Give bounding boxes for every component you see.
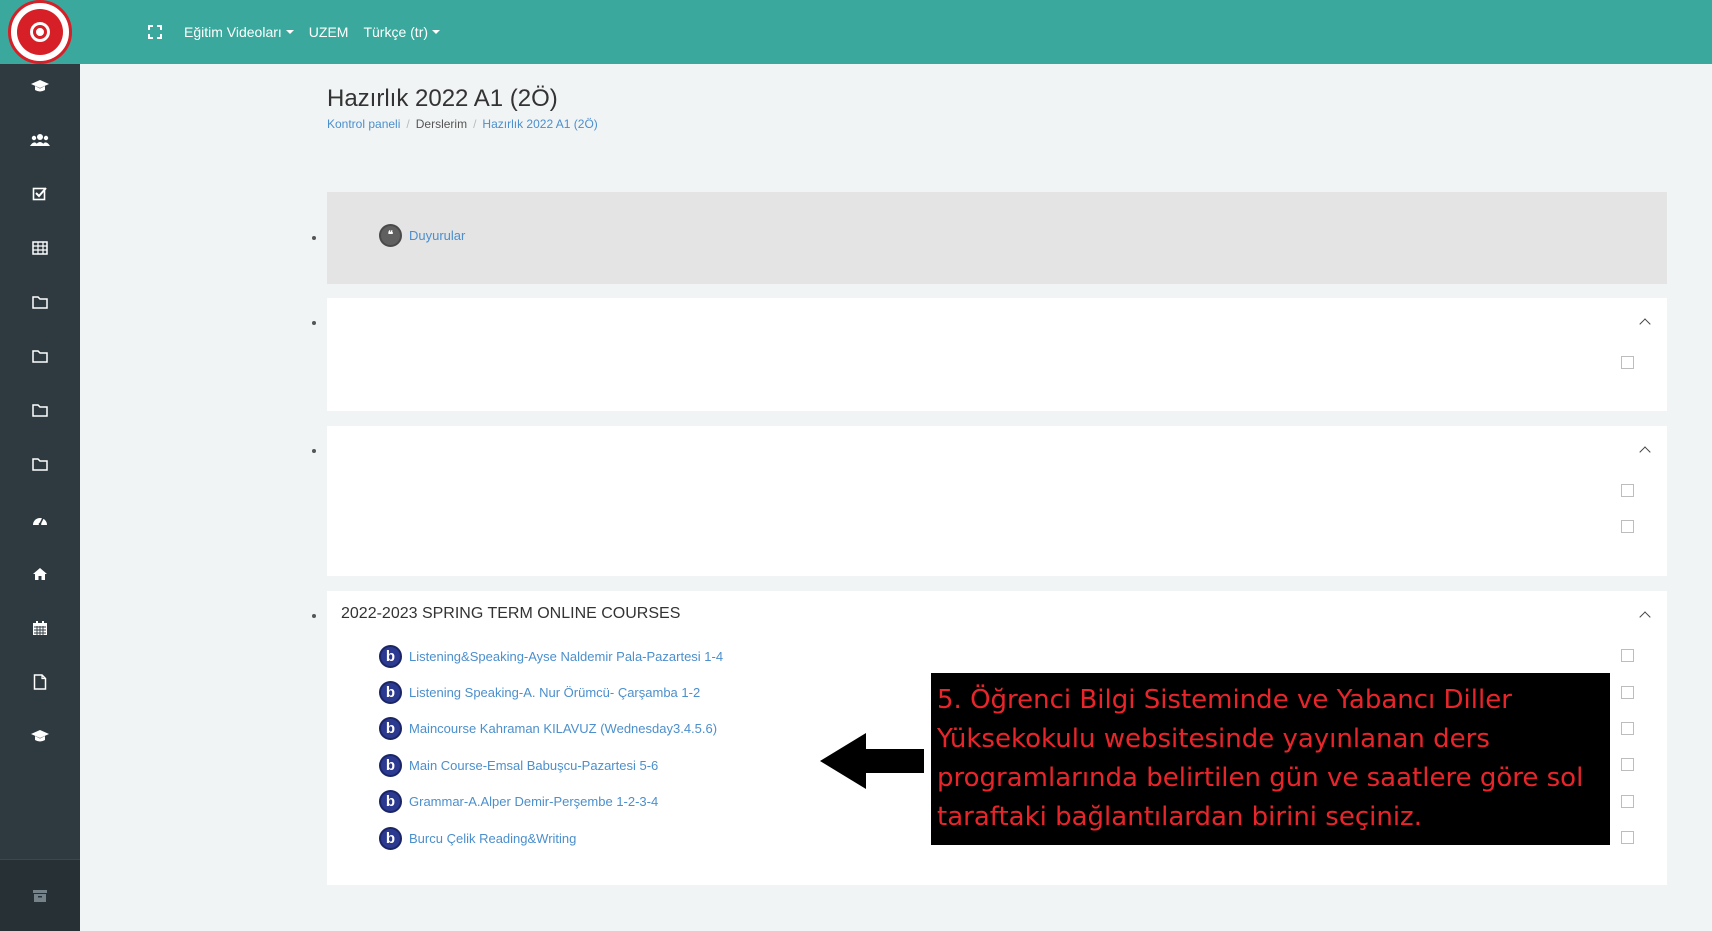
- breadcrumb-course[interactable]: Hazırlık 2022 A1 (2Ö): [482, 117, 597, 131]
- activity-link[interactable]: Main Course-Emsal Babuşcu-Pazartesi 5-6: [409, 758, 658, 773]
- table-icon: [32, 241, 48, 255]
- activity-bbb[interactable]: b Listening Speaking-A. Nur Örümcü- Çarş…: [379, 681, 700, 704]
- section-1: [327, 298, 1667, 411]
- nav-egitim-videolari[interactable]: Eğitim Videoları: [184, 24, 294, 40]
- graduation-cap-icon: [31, 80, 49, 92]
- activity-bbb[interactable]: b Listening&Speaking-Ayse Naldemir Pala-…: [379, 645, 723, 668]
- sidebar-item-badges[interactable]: [0, 174, 80, 214]
- activity-link[interactable]: Burcu Çelik Reading&Writing: [409, 831, 576, 846]
- menu-toggle-icon[interactable]: [100, 26, 114, 38]
- calendar-icon: [33, 621, 47, 635]
- completion-checkbox[interactable]: [1621, 484, 1634, 497]
- annotation-arrow-icon: [820, 733, 924, 789]
- home-icon: [33, 568, 47, 580]
- bigbluebutton-icon: b: [379, 645, 402, 668]
- completion-checkbox[interactable]: [1621, 795, 1634, 808]
- page-title: Hazırlık 2022 A1 (2Ö): [327, 85, 558, 112]
- breadcrumb: Kontrol paneli / Derslerim / Hazırlık 2022 A…: [327, 117, 598, 131]
- chevron-up-icon[interactable]: [1639, 318, 1651, 330]
- archive-icon: [33, 889, 47, 902]
- nav-uzem[interactable]: UZEM: [309, 24, 349, 40]
- completion-checkbox[interactable]: [1621, 356, 1634, 369]
- rose-emblem-icon: [27, 19, 53, 45]
- folder-icon: [32, 404, 48, 417]
- university-logo: [8, 0, 72, 64]
- sidebar-item-my-courses[interactable]: [0, 716, 80, 756]
- bigbluebutton-icon: b: [379, 827, 402, 850]
- bigbluebutton-icon: b: [379, 790, 402, 813]
- breadcrumb-my-courses: Derslerim: [415, 117, 468, 131]
- sidebar-item-files[interactable]: [0, 662, 80, 702]
- list-bullet: [312, 449, 316, 453]
- bigbluebutton-icon: b: [379, 754, 402, 777]
- sidebar-item-folder-1[interactable]: [0, 282, 80, 322]
- file-icon: [33, 674, 47, 690]
- language-selector[interactable]: Türkçe (tr): [363, 24, 441, 40]
- activity-bbb[interactable]: b Grammar-A.Alper Demir-Perşembe 1-2-3-4: [379, 790, 658, 813]
- chevron-down-icon: [285, 30, 294, 34]
- forum-icon: ❝: [379, 224, 402, 247]
- sidebar-item-folder-4[interactable]: [0, 444, 80, 484]
- breadcrumb-separator: /: [406, 117, 410, 131]
- completion-checkbox[interactable]: [1621, 649, 1634, 662]
- section-2: [327, 426, 1667, 576]
- section-title: 2022-2023 SPRING TERM ONLINE COURSES: [341, 605, 681, 622]
- activity-link[interactable]: Listening Speaking-A. Nur Örümcü- Çarşam…: [409, 685, 700, 700]
- bigbluebutton-icon: b: [379, 717, 402, 740]
- sidebar-item-participants[interactable]: [0, 120, 80, 160]
- sidebar-item-courses[interactable]: [0, 66, 80, 106]
- sidebar: [0, 64, 80, 931]
- activity-bbb[interactable]: b Burcu Çelik Reading&Writing: [379, 827, 576, 850]
- completion-checkbox[interactable]: [1621, 722, 1634, 735]
- list-bullet: [312, 236, 316, 240]
- site-logo[interactable]: [0, 0, 80, 64]
- activity-bbb[interactable]: b Main Course-Emsal Babuşcu-Pazartesi 5-…: [379, 754, 658, 777]
- nav-items: Eğitim Videoları UZEM Türkçe (tr): [100, 0, 455, 64]
- breadcrumb-dashboard[interactable]: Kontrol paneli: [327, 117, 400, 131]
- completion-checkbox[interactable]: [1621, 686, 1634, 699]
- sidebar-item-calendar[interactable]: [0, 608, 80, 648]
- bigbluebutton-icon: b: [379, 681, 402, 704]
- check-square-icon: [32, 187, 47, 201]
- breadcrumb-separator: /: [473, 117, 477, 131]
- sidebar-item-grades[interactable]: [0, 228, 80, 268]
- top-navbar: Eğitim Videoları UZEM Türkçe (tr): [0, 0, 1712, 64]
- completion-checkbox[interactable]: [1621, 520, 1634, 533]
- sidebar-item-home[interactable]: [0, 554, 80, 594]
- graduation-cap-icon: [31, 730, 49, 742]
- list-bullet: [312, 321, 316, 325]
- users-icon: [30, 134, 50, 146]
- activity-forum[interactable]: ❝ Duyurular: [379, 224, 465, 247]
- activity-link[interactable]: Duyurular: [409, 228, 465, 243]
- activity-bbb[interactable]: b Maincourse Kahraman KILAVUZ (Wednesday…: [379, 717, 717, 740]
- section-general: ❝ Duyurular: [327, 192, 1667, 284]
- completion-checkbox[interactable]: [1621, 831, 1634, 844]
- activity-link[interactable]: Maincourse Kahraman KILAVUZ (Wednesday3.…: [409, 721, 717, 736]
- chevron-up-icon[interactable]: [1639, 446, 1651, 458]
- completion-checkbox[interactable]: [1621, 758, 1634, 771]
- dashboard-icon: [33, 517, 47, 526]
- folder-icon: [32, 296, 48, 309]
- fullscreen-icon[interactable]: [148, 25, 162, 39]
- list-bullet: [312, 614, 316, 618]
- sidebar-item-folder-2[interactable]: [0, 336, 80, 376]
- chevron-up-icon[interactable]: [1639, 611, 1651, 623]
- sidebar-item-dashboard[interactable]: [0, 500, 80, 540]
- chevron-down-icon: [432, 30, 441, 34]
- sidebar-bottom[interactable]: [0, 859, 80, 931]
- folder-icon: [32, 458, 48, 471]
- activity-link[interactable]: Grammar-A.Alper Demir-Perşembe 1-2-3-4: [409, 794, 658, 809]
- sidebar-item-folder-3[interactable]: [0, 390, 80, 430]
- activity-link[interactable]: Listening&Speaking-Ayse Naldemir Pala-Pa…: [409, 649, 723, 664]
- folder-icon: [32, 350, 48, 363]
- annotation-callout: 5. Öğrenci Bilgi Sisteminde ve Yabancı D…: [931, 673, 1610, 845]
